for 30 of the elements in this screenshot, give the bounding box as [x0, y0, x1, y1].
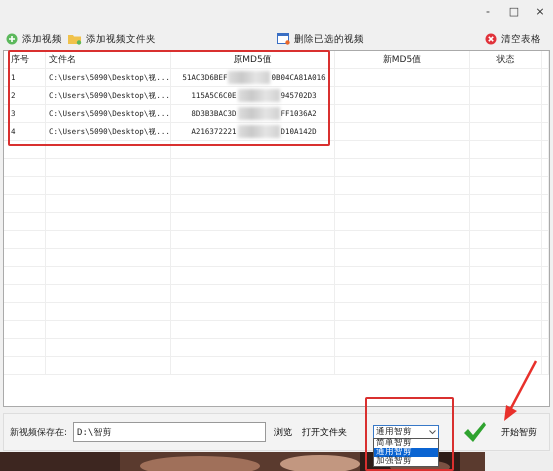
clear-icon	[485, 33, 497, 45]
toolbar-button[interactable]: 删除已选的视频	[277, 32, 370, 46]
column-header[interactable]: 原MD5值	[171, 51, 335, 68]
open-folder-button[interactable]: 打开文件夹	[300, 426, 349, 438]
minimize-button[interactable]: -	[475, 0, 501, 22]
toolbar-button[interactable]: 添加视频文件夹	[68, 32, 162, 46]
blurred-area	[238, 89, 280, 102]
plus-icon	[6, 33, 18, 45]
blurred-area	[228, 71, 270, 84]
chevron-icon	[429, 430, 436, 434]
column-header[interactable]: 状态	[470, 51, 542, 68]
blurred-area	[238, 107, 280, 120]
dropdown-option[interactable]: 加强智剪	[374, 457, 438, 466]
start-button[interactable]: 开始智剪	[457, 420, 543, 444]
save-label: 新视频保存在:	[10, 426, 68, 438]
column-header[interactable]: 文件名	[46, 51, 171, 68]
save-path-field[interactable]: D:\智剪	[73, 422, 266, 442]
column-header[interactable]: 新MD5值	[335, 51, 470, 68]
mode-dropdown[interactable]: 通用智剪	[373, 425, 439, 439]
checkmark-icon	[463, 421, 487, 443]
blurred-area	[238, 125, 280, 138]
folder-icon	[68, 33, 82, 45]
toolbar-button[interactable]: 清空表格	[485, 32, 547, 46]
column-header[interactable]: 序号	[4, 51, 46, 68]
toolbar-button[interactable]: 添加视频	[6, 32, 68, 46]
maximize-button[interactable]: □	[501, 0, 527, 22]
browse-button[interactable]: 浏览	[272, 426, 294, 438]
dropdown-option[interactable]: 简单智剪	[374, 439, 438, 448]
close-button[interactable]: ×	[527, 0, 553, 22]
window-icon	[277, 33, 290, 45]
